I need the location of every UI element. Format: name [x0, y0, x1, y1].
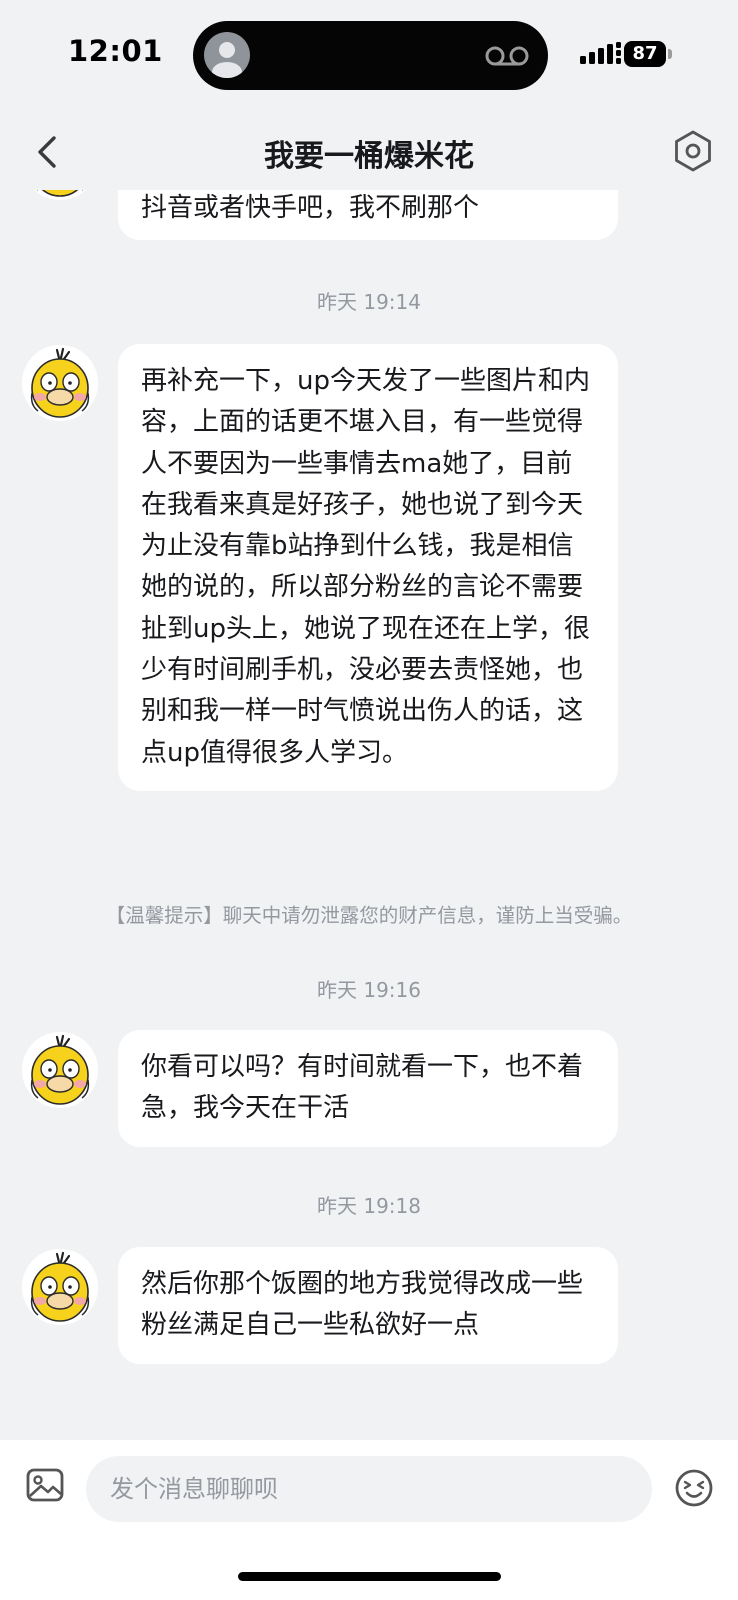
voicemail-icon [485, 46, 529, 66]
avatar[interactable] [22, 345, 98, 421]
battery-tip [668, 49, 672, 59]
message-bubble[interactable]: 抖音或者快手吧，我不刷那个 [118, 190, 618, 240]
battery-level: 87 [624, 41, 666, 67]
safety-notice: 【温馨提示】聊天中请勿泄露您的财产信息，谨防上当受骗。 [105, 904, 633, 927]
signal-icon [580, 42, 621, 64]
avatar[interactable] [22, 1032, 98, 1108]
settings-button[interactable] [670, 128, 716, 174]
message-bubble[interactable]: 你看可以吗？有时间就看一下，也不着急，我今天在干活 [118, 1030, 618, 1147]
page-title: 我要一桶爆米花 [264, 139, 474, 174]
avatar[interactable] [22, 190, 98, 200]
image-icon[interactable] [26, 1468, 64, 1504]
message-bubble[interactable]: 再补充一下，up今天发了一些图片和内容，上面的话更不堪入目，有一些觉得人不要因为… [118, 344, 618, 791]
message-time: 昨天 19:14 [317, 290, 421, 314]
message-time: 昨天 19:18 [317, 1194, 421, 1218]
battery-indicator: 87 [624, 41, 672, 67]
chat-screen: 12:01 87 我要一桶爆米花 抖音或者快手吧，我不刷那个 昨天 19:14 … [0, 0, 738, 1600]
message-bubble[interactable]: 然后你那个饭圈的地方我觉得改成一些粉丝满足自己一些私欲好一点 [118, 1247, 618, 1364]
home-indicator[interactable] [238, 1572, 501, 1581]
contact-avatar-icon [204, 32, 250, 78]
dynamic-island [193, 21, 548, 90]
status-time: 12:01 [68, 34, 163, 68]
message-input[interactable] [86, 1456, 652, 1522]
emoji-icon[interactable] [674, 1468, 714, 1508]
avatar[interactable] [22, 1249, 98, 1325]
message-list[interactable]: 抖音或者快手吧，我不刷那个 昨天 19:14 再补充一下，up今天发了一些图片和… [0, 190, 738, 1440]
message-time: 昨天 19:16 [317, 978, 421, 1002]
